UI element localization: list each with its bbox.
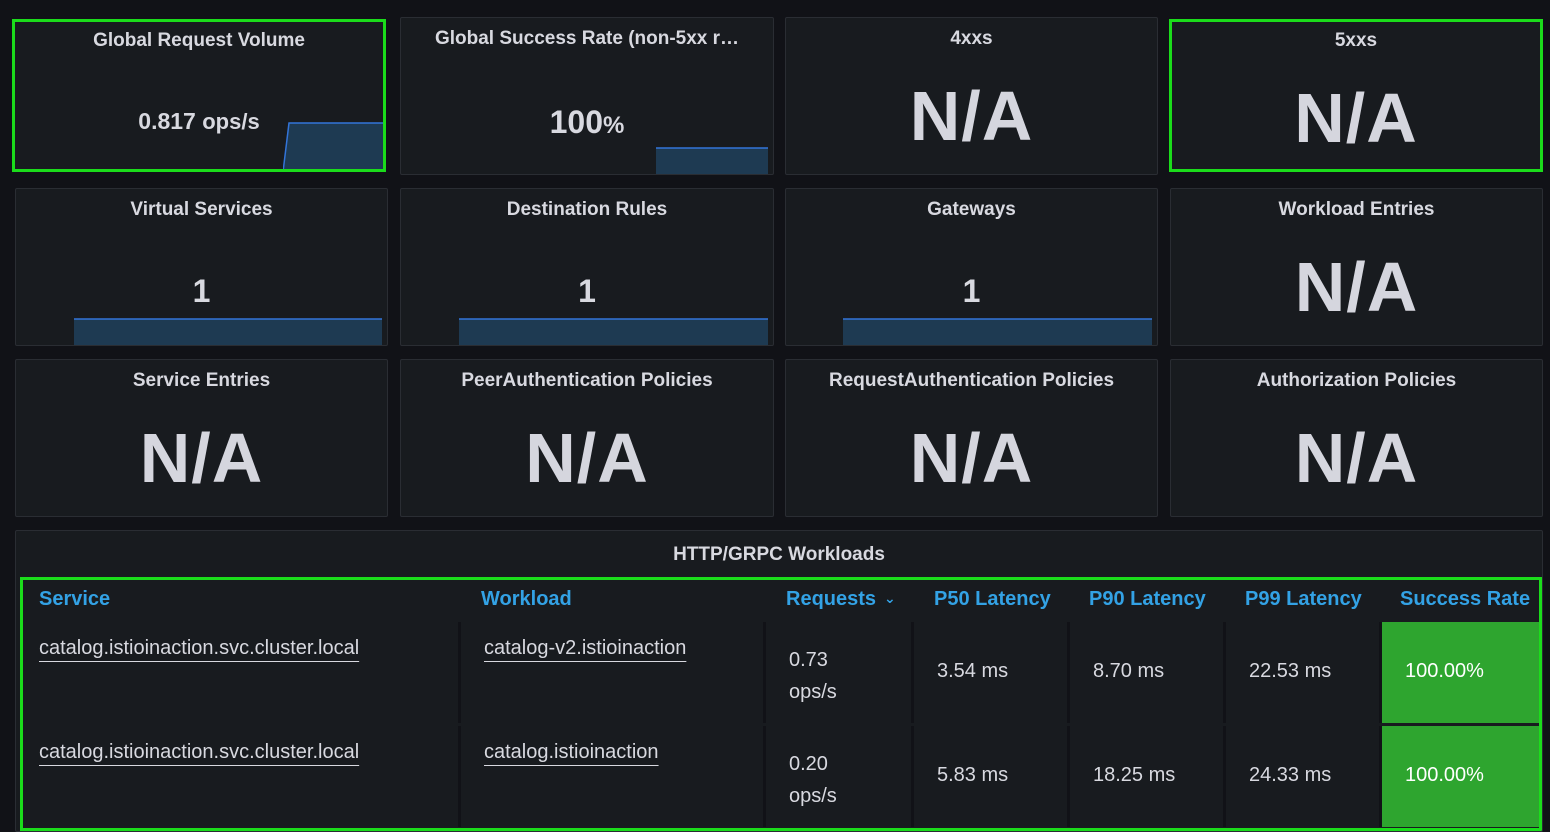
cell-service: catalog.istioinaction.svc.cluster.local <box>23 726 461 827</box>
requests-value: 0.73 ops/s <box>789 644 837 708</box>
authorization-policies-panel[interactable]: Authorization Policies N/A <box>1170 359 1543 517</box>
sort-descending-icon: ⌄ <box>884 590 896 606</box>
sparkline <box>283 122 383 169</box>
service-entries-panel[interactable]: Service Entries N/A <box>15 359 388 517</box>
table-header: Service Workload Requests ⌄ P50 Latency P… <box>23 580 1539 620</box>
p90-value: 18.25 ms <box>1093 764 1176 786</box>
workload-entries-panel[interactable]: Workload Entries N/A <box>1170 188 1543 346</box>
p90-value: 8.70 ms <box>1093 660 1165 682</box>
sparkline <box>843 318 1152 345</box>
virtual-services-panel[interactable]: Virtual Services 1 <box>15 188 388 346</box>
cell-requests: 0.73 ops/s <box>766 622 914 723</box>
success-rate-value: 100.00% <box>1405 660 1484 682</box>
panel-title: 5xxs <box>1334 30 1378 51</box>
stat-unit: ops/s <box>202 109 260 134</box>
cell-p90: 8.70 ms <box>1070 622 1226 723</box>
column-header-p99[interactable]: P99 Latency <box>1245 588 1362 611</box>
4xxs-panel[interactable]: 4xxs N/A <box>785 17 1158 175</box>
cell-workload: catalog.istioinaction <box>461 726 766 827</box>
panel-title: Virtual Services <box>130 199 273 220</box>
request-authentication-panel[interactable]: RequestAuthentication Policies N/A <box>785 359 1158 517</box>
stat-unit: % <box>603 112 625 139</box>
panel-title: Global Request Volume <box>93 30 305 51</box>
cell-p99: 24.33 ms <box>1226 726 1382 827</box>
panel-title: RequestAuthentication Policies <box>828 370 1115 391</box>
cell-success-rate: 100.00% <box>1382 726 1539 827</box>
p50-value: 3.54 ms <box>937 660 1009 682</box>
panel-title: Workload Entries <box>1278 199 1435 220</box>
stat-value: N/A <box>909 419 1034 497</box>
http-grpc-workloads-panel: HTTP/GRPC Workloads Service Workload Req… <box>15 530 1543 832</box>
cell-p90: 18.25 ms <box>1070 726 1226 827</box>
stat-value: 1 <box>962 273 981 309</box>
cell-workload: catalog-v2.istioinaction <box>461 622 766 723</box>
panel-title: PeerAuthentication Policies <box>461 370 713 391</box>
stat-value: 1 <box>192 273 211 309</box>
panel-title: Authorization Policies <box>1256 370 1457 391</box>
cell-requests: 0.20 ops/s <box>766 726 914 827</box>
stat-value: N/A <box>1294 79 1418 157</box>
service-link[interactable]: catalog.istioinaction.svc.cluster.local <box>39 741 359 764</box>
5xxs-panel[interactable]: 5xxs N/A <box>1169 19 1543 172</box>
sparkline <box>656 147 768 174</box>
gateways-panel[interactable]: Gateways 1 <box>785 188 1158 346</box>
workload-link[interactable]: catalog-v2.istioinaction <box>484 637 686 660</box>
cell-p50: 5.83 ms <box>914 726 1070 827</box>
sparkline <box>74 318 382 345</box>
stat-value: N/A <box>1294 419 1419 497</box>
requests-number: 0.20 <box>789 753 828 775</box>
stat-number: 100 <box>549 104 604 140</box>
stat-value: N/A <box>909 77 1034 155</box>
panel-title: 4xxs <box>950 28 993 49</box>
destination-rules-panel[interactable]: Destination Rules 1 <box>400 188 774 346</box>
stat-number: 0.817 <box>138 108 196 134</box>
service-link[interactable]: catalog.istioinaction.svc.cluster.local <box>39 637 359 660</box>
stat-value: 100% <box>401 104 773 141</box>
stat-value: 1 <box>578 273 596 309</box>
stat-value: N/A <box>139 419 264 497</box>
stat-value: N/A <box>1294 248 1419 326</box>
cell-success-rate: 100.00% <box>1382 622 1539 723</box>
requests-unit: ops/s <box>789 681 837 703</box>
column-header-workload[interactable]: Workload <box>481 588 572 611</box>
global-success-rate-panel[interactable]: Global Success Rate (non-5xx r… 100% <box>400 17 774 175</box>
column-header-requests[interactable]: Requests ⌄ <box>786 588 896 611</box>
requests-number: 0.73 <box>789 649 828 671</box>
table-row: catalog.istioinaction.svc.cluster.local … <box>23 726 1539 827</box>
workloads-table: Service Workload Requests ⌄ P50 Latency P… <box>20 577 1542 831</box>
p99-value: 22.53 ms <box>1249 660 1332 682</box>
cell-p50: 3.54 ms <box>914 622 1070 723</box>
panel-title: Global Success Rate (non-5xx r… <box>434 28 740 49</box>
global-request-volume-panel[interactable]: Global Request Volume 0.817 ops/s <box>12 19 386 172</box>
cell-service: catalog.istioinaction.svc.cluster.local <box>23 622 461 723</box>
panel-title: HTTP/GRPC Workloads <box>673 544 885 565</box>
workload-link[interactable]: catalog.istioinaction <box>484 741 659 764</box>
column-header-service[interactable]: Service <box>39 588 110 611</box>
panel-title: Service Entries <box>132 370 271 391</box>
success-rate-value: 100.00% <box>1405 764 1484 786</box>
column-header-success-rate[interactable]: Success Rate <box>1400 588 1530 611</box>
stat-value: N/A <box>525 419 649 497</box>
table-row: catalog.istioinaction.svc.cluster.local … <box>23 622 1539 723</box>
column-header-p50[interactable]: P50 Latency <box>934 588 1051 611</box>
sparkline <box>459 318 768 345</box>
requests-value: 0.20 ops/s <box>789 748 837 812</box>
p99-value: 24.33 ms <box>1249 764 1332 786</box>
column-header-p90[interactable]: P90 Latency <box>1089 588 1206 611</box>
column-header-label: Requests <box>786 588 877 610</box>
requests-unit: ops/s <box>789 785 837 807</box>
cell-p99: 22.53 ms <box>1226 622 1382 723</box>
panel-title: Destination Rules <box>506 199 668 220</box>
panel-title: Gateways <box>927 199 1016 220</box>
peer-authentication-panel[interactable]: PeerAuthentication Policies N/A <box>400 359 774 517</box>
p50-value: 5.83 ms <box>937 764 1009 786</box>
